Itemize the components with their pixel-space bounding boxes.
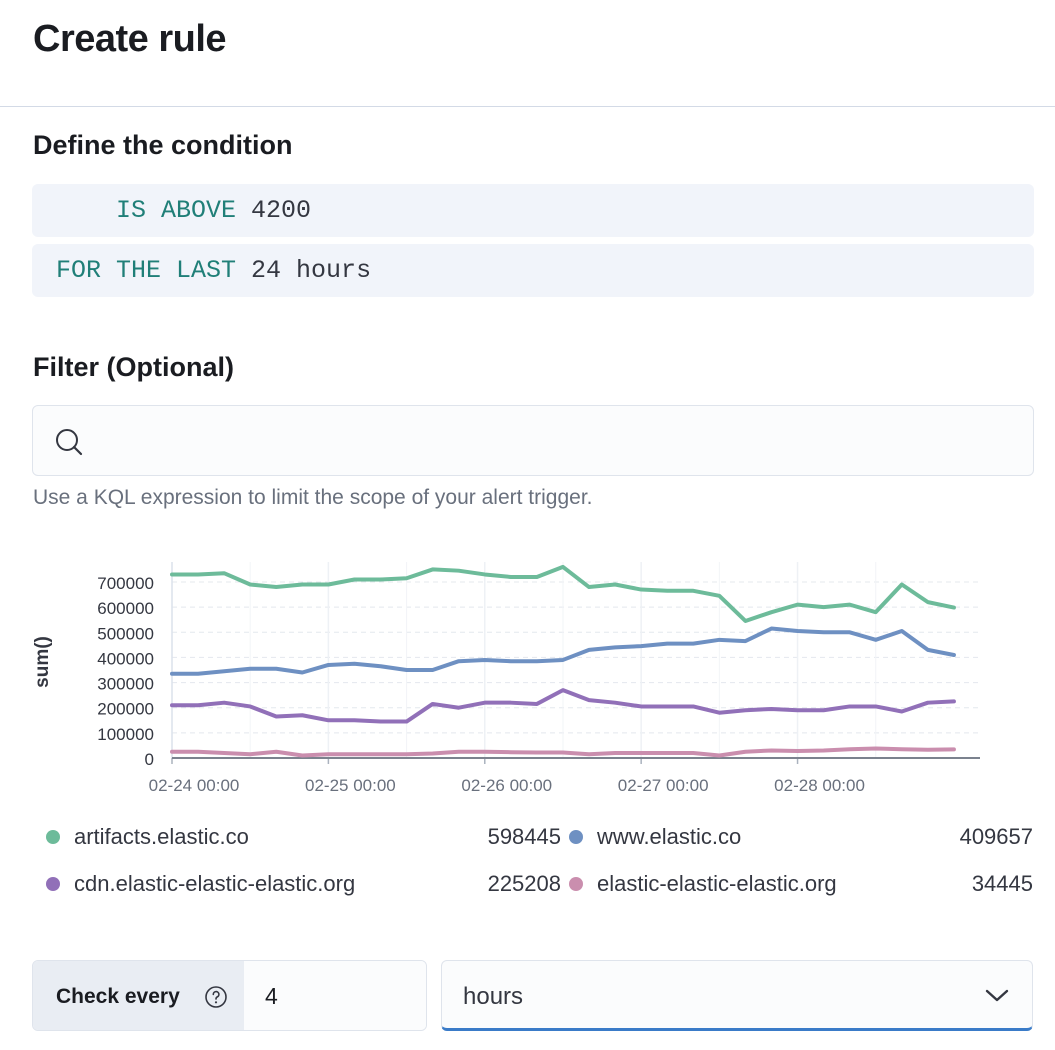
legend-series-value: 598445 xyxy=(487,824,561,849)
interval-unit-value: hours xyxy=(463,983,524,1010)
legend-series-value: 409657 xyxy=(959,824,1033,849)
x-tick-label: 02-27 00:00 xyxy=(618,776,709,795)
y-tick-label: 600000 xyxy=(97,599,154,618)
condition-section-title: Define the condition xyxy=(33,130,293,160)
y-tick-label: 400000 xyxy=(97,649,154,668)
interval-unit-select[interactable]: hours xyxy=(441,960,1033,1031)
check-interval-group: Check every xyxy=(32,960,427,1031)
legend-item-www: www.elastic.co 409657 xyxy=(569,822,1033,852)
question-circle-icon[interactable] xyxy=(204,985,228,1009)
check-every-label: Check every xyxy=(33,961,244,1030)
legend-item-artifacts: artifacts.elastic.co 598445 xyxy=(46,822,561,852)
chart-axes: 700000 600000 500000 400000 300000 200000 1000… xyxy=(97,562,980,795)
threshold-keyword: IS ABOVE xyxy=(116,196,237,225)
threshold-expression[interactable]: IS ABOVE 4200 xyxy=(32,184,1034,237)
y-tick-label: 500000 xyxy=(97,624,154,643)
x-tick-label: 02-26 00:00 xyxy=(461,776,552,795)
time-window-keyword: FOR THE LAST xyxy=(56,256,237,285)
y-tick-label: 700000 xyxy=(97,574,154,593)
x-tick-label: 02-25 00:00 xyxy=(305,776,396,795)
legend-dot xyxy=(46,877,60,891)
y-tick-label: 100000 xyxy=(97,725,154,744)
y-tick-label: 0 xyxy=(145,750,154,769)
legend-dot xyxy=(569,877,583,891)
threshold-value: 4200 xyxy=(251,196,312,225)
x-tick-label: 02-24 00:00 xyxy=(149,776,240,795)
filter-query-input[interactable] xyxy=(103,416,1013,466)
filter-section-title: Filter (Optional) xyxy=(33,352,234,382)
legend-dot xyxy=(569,830,583,844)
page-title: Create rule xyxy=(33,18,227,60)
legend-series-name: artifacts.elastic.co xyxy=(74,824,249,849)
filter-search-box[interactable] xyxy=(32,405,1034,476)
metrics-chart: 700000 600000 500000 400000 300000 200000 1000… xyxy=(32,562,980,795)
y-tick-label: 200000 xyxy=(97,700,154,719)
chart-y-axis-label: sum() xyxy=(32,636,53,688)
page-header: Create rule xyxy=(0,0,1055,107)
legend-series-name: www.elastic.co xyxy=(597,824,742,849)
legend-series-value: 225208 xyxy=(487,871,561,896)
legend-dot xyxy=(46,830,60,844)
legend-series-value: 34445 xyxy=(971,871,1033,896)
legend-series-name: elastic-elastic-elastic.org xyxy=(597,871,837,896)
chart-grid xyxy=(171,562,980,758)
search-icon xyxy=(56,429,83,456)
check-interval-input[interactable] xyxy=(245,961,426,1030)
x-tick-label: 02-28 00:00 xyxy=(774,776,865,795)
legend-item-cdn: cdn.elastic-elastic-elastic.org 225208 xyxy=(46,869,561,899)
check-every-text: Check every xyxy=(56,985,180,1008)
legend-series-name: cdn.elastic-elastic-elastic.org xyxy=(74,871,356,896)
time-window-value: 24 hours xyxy=(251,256,372,285)
time-window-expression[interactable]: FOR THE LAST 24 hours xyxy=(32,244,1034,297)
legend-item-elastic-org: elastic-elastic-elastic.org 34445 xyxy=(569,869,1033,899)
filter-help-text: Use a KQL expression to limit the scope … xyxy=(33,486,593,509)
y-tick-label: 300000 xyxy=(97,675,154,694)
chevron-down-icon xyxy=(985,989,1009,1002)
